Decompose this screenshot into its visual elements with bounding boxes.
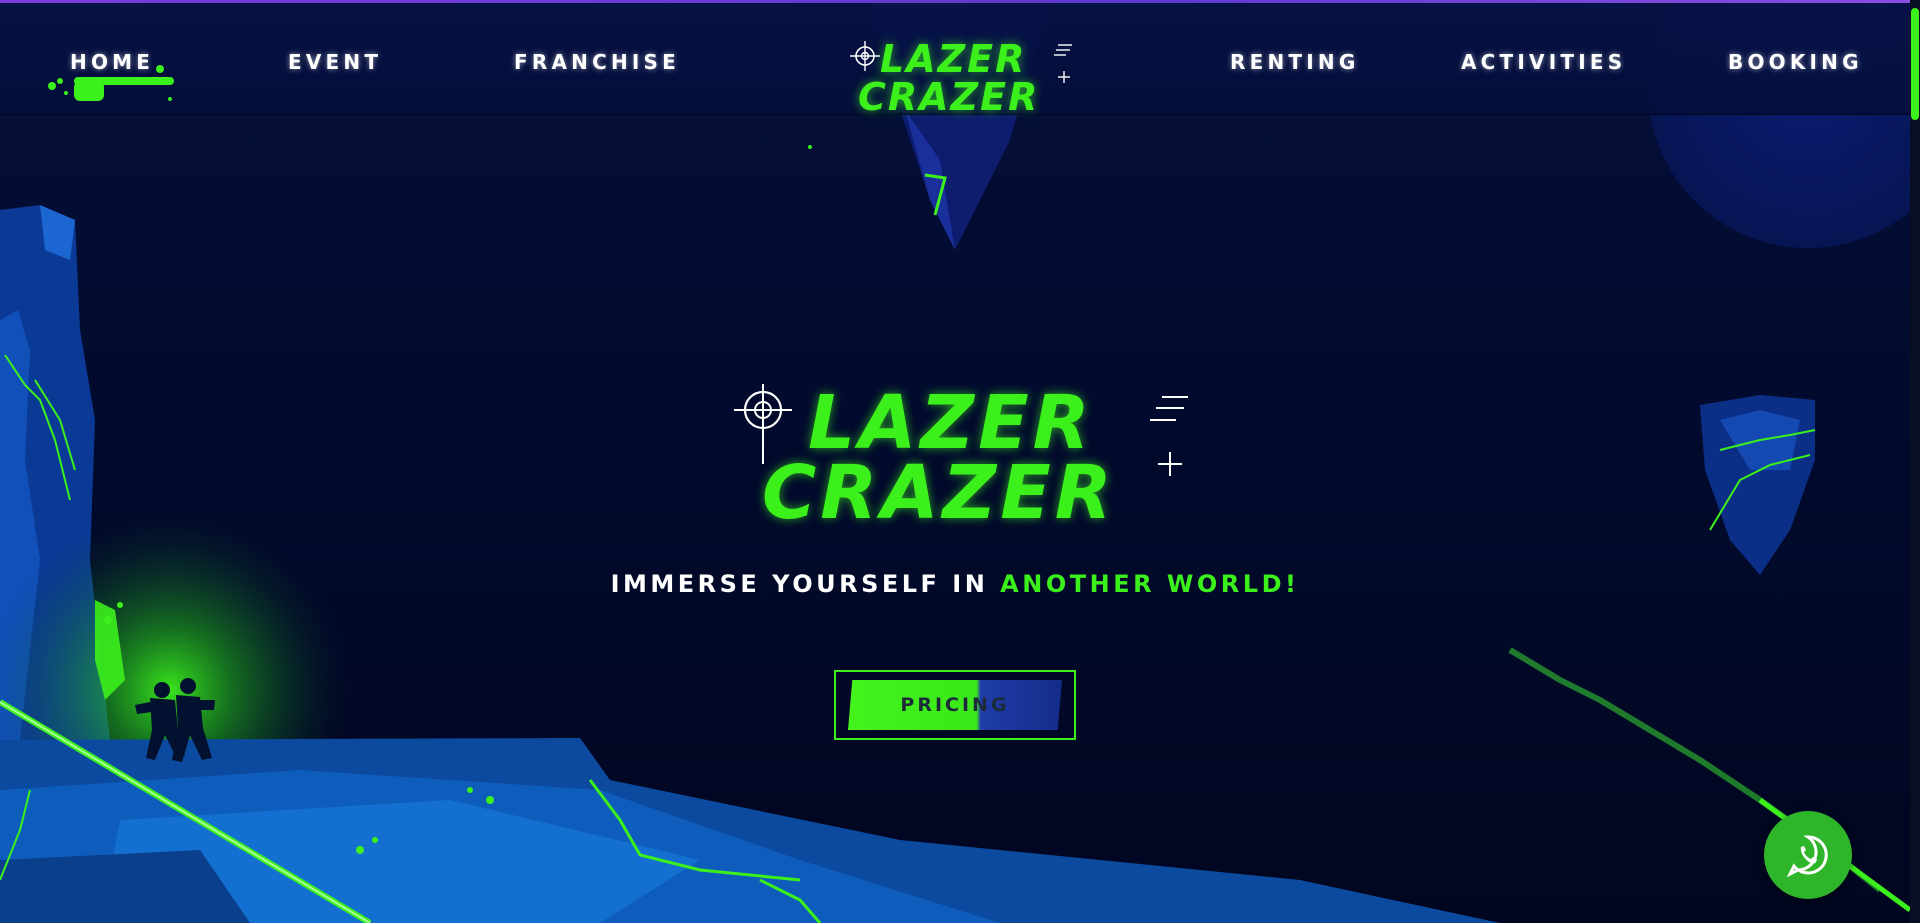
hero-logo-line-2: CRAZER bbox=[762, 450, 1116, 536]
site-logo[interactable]: LAZER CRAZER bbox=[850, 37, 1080, 127]
page-scrollbar[interactable] bbox=[1910, 0, 1920, 923]
tagline-white: IMMERSE YOURSELF IN bbox=[610, 570, 989, 598]
plus-icon bbox=[1158, 452, 1182, 476]
nav-event[interactable]: EVENT bbox=[288, 50, 382, 74]
nav-booking[interactable]: BOOKING bbox=[1728, 50, 1863, 74]
nav-activities[interactable]: ACTIVITIES bbox=[1461, 50, 1626, 74]
nav-renting[interactable]: RENTING bbox=[1230, 50, 1359, 74]
nav-home[interactable]: HOME bbox=[70, 50, 154, 74]
scrollbar-thumb[interactable] bbox=[1911, 8, 1919, 120]
whatsapp-button[interactable] bbox=[1764, 811, 1852, 899]
tagline-green: ANOTHER WORLD! bbox=[1000, 570, 1300, 598]
speed-lines-icon bbox=[1150, 396, 1188, 421]
plus-icon bbox=[1058, 71, 1070, 83]
whatsapp-icon bbox=[1786, 835, 1828, 877]
hero-tagline: IMMERSE YOURSELF IN ANOTHER WORLD! bbox=[0, 570, 1910, 598]
logo-line-2: CRAZER bbox=[858, 75, 1040, 119]
pricing-button-label: PRICING bbox=[900, 694, 1010, 716]
speed-lines-icon bbox=[1054, 44, 1072, 56]
main-navbar: HOME EVENT FRANCHISE RENTING ACTIVITIES … bbox=[0, 3, 1910, 119]
nav-franchise[interactable]: FRANCHISE bbox=[514, 50, 680, 74]
crosshair-icon bbox=[850, 41, 880, 71]
pricing-button[interactable]: PRICING bbox=[834, 670, 1076, 740]
hero-logo: LAZER CRAZER bbox=[730, 380, 1200, 540]
